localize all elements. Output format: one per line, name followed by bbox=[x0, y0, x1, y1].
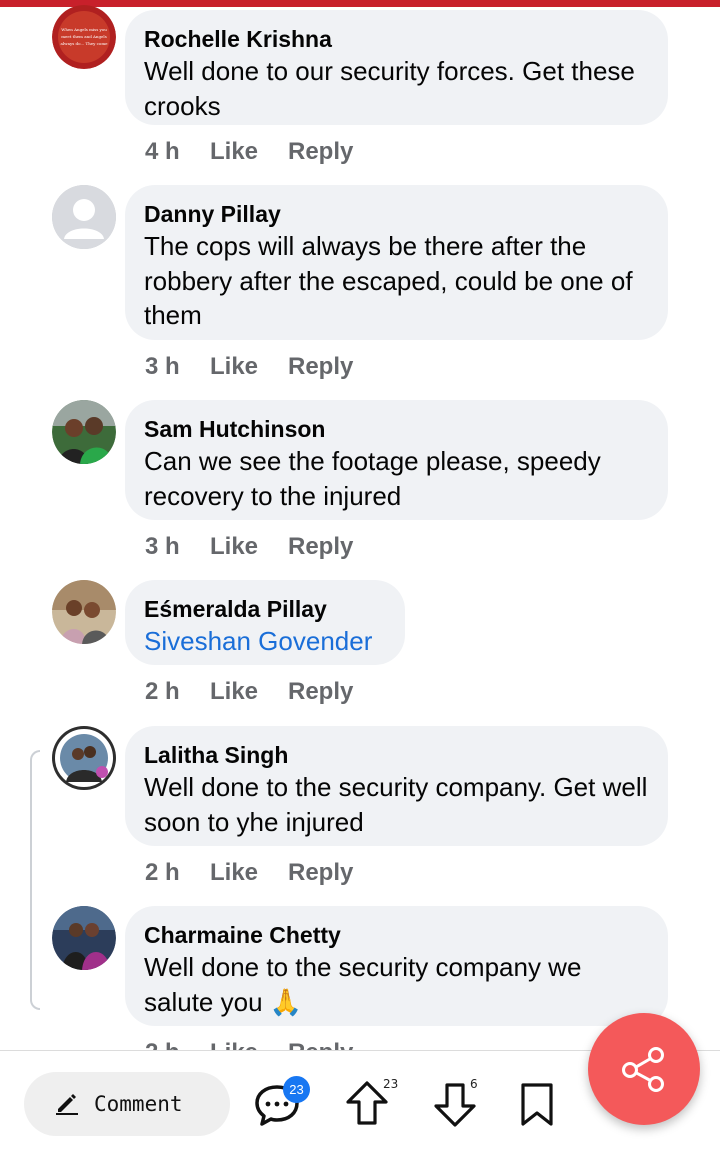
comment-author[interactable]: Danny Pillay bbox=[144, 199, 649, 229]
comment-text: Well done to our security forces. Get th… bbox=[144, 56, 635, 121]
comment-actions: 3 h Like Reply bbox=[145, 533, 353, 561]
comment-bubble: Rochelle Krishna Well done to our securi… bbox=[125, 10, 668, 125]
like-button[interactable]: Like bbox=[210, 533, 288, 561]
comment-actions: 4 h Like Reply bbox=[145, 138, 353, 166]
comment-time: 4 h bbox=[145, 138, 180, 165]
share-icon bbox=[622, 1047, 664, 1092]
comment-time: 2 h bbox=[145, 678, 180, 705]
comment-author[interactable]: Eśmeralda Pillay bbox=[144, 594, 386, 624]
comment-author[interactable]: Rochelle Krishna bbox=[144, 24, 649, 54]
bookmark-button[interactable] bbox=[512, 1079, 562, 1129]
comment-button-label: Comment bbox=[94, 1092, 183, 1116]
comment-text: Can we see the footage please, speedy re… bbox=[144, 446, 601, 511]
comment-bubble: Eśmeralda Pillay Siveshan Govender bbox=[125, 580, 405, 665]
avatar[interactable] bbox=[52, 906, 116, 970]
reply-button[interactable]: Reply bbox=[288, 859, 353, 887]
pencil-icon bbox=[54, 1089, 80, 1120]
reply-button[interactable]: Reply bbox=[288, 353, 353, 381]
like-button[interactable]: Like bbox=[210, 678, 288, 706]
comment-text: Well done to the security company. Get w… bbox=[144, 772, 648, 837]
upvote-count: 23 bbox=[383, 1077, 399, 1091]
like-button[interactable]: Like bbox=[210, 353, 288, 381]
comment-actions: 2 h Like Reply bbox=[145, 859, 353, 887]
comment-author[interactable]: Charmaine Chetty bbox=[144, 920, 649, 950]
comment-time: 2 h bbox=[145, 859, 180, 886]
like-button[interactable]: Like bbox=[210, 859, 288, 887]
avatar[interactable] bbox=[52, 726, 116, 790]
comment-time: 3 h bbox=[145, 533, 180, 560]
comment-time: 3 h bbox=[145, 353, 180, 380]
mentioned-user-link[interactable]: Siveshan Govender bbox=[144, 624, 386, 659]
comment-list[interactable]: When Angels miss you meet them and Angels… bbox=[0, 0, 720, 1050]
comment-text: The cops will always be there after the … bbox=[144, 231, 633, 330]
svg-text:always do... They come: always do... They come bbox=[61, 41, 109, 46]
comment-bubble: Danny Pillay The cops will always be the… bbox=[125, 185, 668, 340]
comment-time: 2 h bbox=[145, 1039, 210, 1050]
comments-count-badge: 23 bbox=[283, 1076, 310, 1103]
reply-button[interactable]: Reply bbox=[288, 1039, 353, 1050]
avatar[interactable] bbox=[52, 580, 116, 644]
share-button[interactable] bbox=[588, 1013, 700, 1125]
comment-actions: 2 h Like Reply bbox=[145, 1039, 353, 1050]
like-button[interactable]: Like bbox=[210, 1039, 288, 1050]
reply-button[interactable]: Reply bbox=[288, 533, 353, 561]
avatar[interactable] bbox=[52, 400, 116, 464]
avatar[interactable]: When Angels miss you meet them and Angels… bbox=[52, 5, 116, 69]
comment-bubble: Charmaine Chetty Well done to the securi… bbox=[125, 906, 668, 1026]
comment-author[interactable]: Sam Hutchinson bbox=[144, 414, 649, 444]
comment-bubble: Lalitha Singh Well done to the security … bbox=[125, 726, 668, 846]
comment-bubble: Sam Hutchinson Can we see the footage pl… bbox=[125, 400, 668, 520]
write-comment-button[interactable]: Comment bbox=[24, 1072, 230, 1136]
avatar[interactable] bbox=[52, 185, 116, 249]
comment-text: Well done to the security company we sal… bbox=[144, 952, 582, 1017]
like-button[interactable]: Like bbox=[210, 138, 288, 166]
downvote-count: 6 bbox=[470, 1077, 478, 1091]
svg-text:meet them and Angels: meet them and Angels bbox=[61, 34, 107, 39]
comment-actions: 3 h Like Reply bbox=[145, 353, 353, 381]
reply-button[interactable]: Reply bbox=[288, 138, 353, 166]
svg-text:When Angels miss you: When Angels miss you bbox=[61, 27, 107, 32]
bookmark-icon bbox=[521, 1083, 553, 1126]
comment-author[interactable]: Lalitha Singh bbox=[144, 740, 649, 770]
comment-actions: 2 h Like Reply bbox=[145, 678, 353, 706]
thread-connector bbox=[30, 750, 40, 1010]
reply-button[interactable]: Reply bbox=[288, 678, 353, 706]
